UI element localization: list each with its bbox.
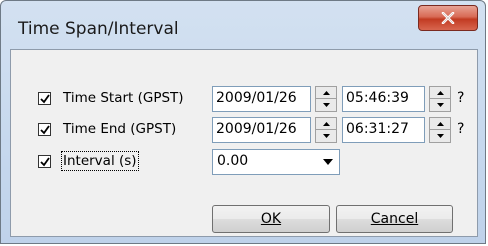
time-start-checkbox[interactable]: [38, 92, 51, 105]
interval-label: Interval (s): [61, 151, 139, 171]
spin-down-icon[interactable]: [430, 99, 450, 111]
time-start-help[interactable]: ?: [457, 90, 464, 106]
time-end-date-field[interactable]: 2009/01/26: [212, 117, 311, 143]
spin-up-icon[interactable]: [430, 87, 450, 99]
time-start-date-spinner[interactable]: [315, 86, 337, 112]
spin-down-icon[interactable]: [316, 130, 336, 142]
spin-up-icon[interactable]: [316, 87, 336, 99]
time-end-date-spinner[interactable]: [315, 117, 337, 143]
time-end-time-field[interactable]: 06:31:27: [342, 117, 425, 143]
spin-up-icon[interactable]: [430, 118, 450, 130]
time-start-date-field[interactable]: 2009/01/26: [212, 86, 311, 112]
close-button[interactable]: [418, 5, 478, 31]
cancel-button-label: Cancel: [370, 211, 419, 227]
ok-button-label: OK: [260, 211, 282, 227]
dialog-window: Time Span/Interval Time Start (GPST) 200…: [0, 0, 486, 244]
check-icon: [40, 94, 50, 104]
spin-down-icon[interactable]: [316, 99, 336, 111]
time-end-help[interactable]: ?: [457, 121, 464, 137]
time-start-time-field[interactable]: 05:46:39: [342, 86, 425, 112]
cancel-button[interactable]: Cancel: [336, 205, 453, 233]
time-end-time-spinner[interactable]: [429, 117, 451, 143]
time-end-checkbox[interactable]: [38, 123, 51, 136]
time-start-row: Time Start (GPST) 2009/01/26 05:46:39 ?: [11, 84, 477, 116]
interval-combobox[interactable]: 0.00: [212, 149, 340, 175]
spin-down-icon[interactable]: [430, 130, 450, 142]
time-end-row: Time End (GPST) 2009/01/26 06:31:27 ?: [11, 115, 477, 147]
time-end-label: Time End (GPST): [63, 121, 177, 137]
check-icon: [40, 157, 50, 167]
chevron-down-icon[interactable]: [319, 152, 337, 172]
ok-button[interactable]: OK: [212, 205, 330, 233]
spin-up-icon[interactable]: [316, 118, 336, 130]
title-bar[interactable]: Time Span/Interval: [1, 1, 485, 55]
interval-value: 0.00: [217, 153, 249, 169]
time-start-label: Time Start (GPST): [63, 90, 184, 106]
dialog-client-area: Time Start (GPST) 2009/01/26 05:46:39 ? …: [10, 49, 478, 237]
time-start-time-spinner[interactable]: [429, 86, 451, 112]
window-title: Time Span/Interval: [18, 19, 179, 39]
interval-row: Interval (s) 0.00: [11, 147, 477, 179]
interval-checkbox[interactable]: [38, 155, 51, 168]
check-icon: [40, 125, 50, 135]
close-icon: [441, 12, 455, 24]
